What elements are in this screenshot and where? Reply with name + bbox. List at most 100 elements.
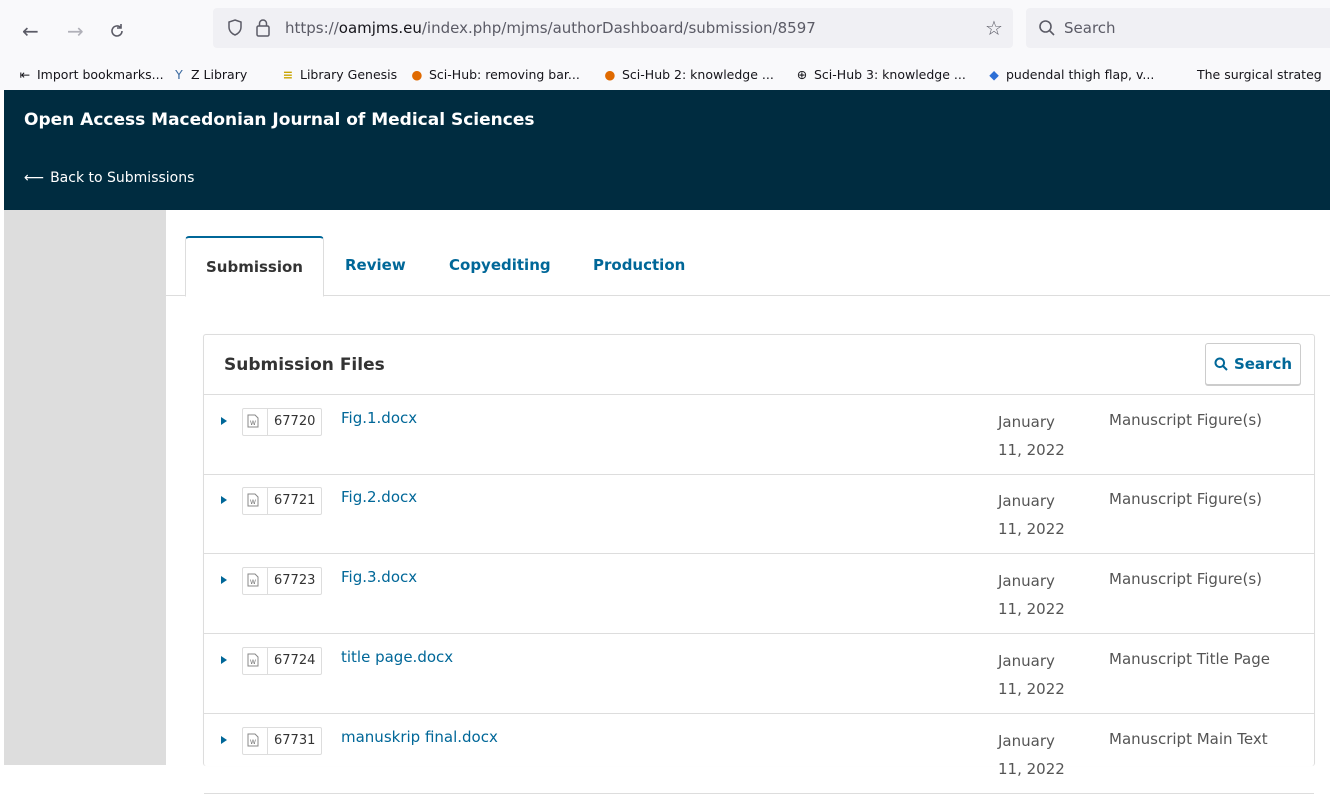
date-month: January <box>998 732 1055 750</box>
date-month: January <box>998 572 1055 590</box>
lock-icon[interactable] <box>255 18 271 37</box>
libgen-icon: ≡ <box>282 67 294 82</box>
bookmark-label: The surgical strateg <box>1197 67 1322 82</box>
file-id: 67723 <box>274 573 316 588</box>
bookmark-label: Sci-Hub: removing bar... <box>429 67 580 82</box>
file-date: January 11, 2022 <box>998 487 1078 543</box>
import-icon: ⇤ <box>19 67 31 82</box>
reload-icon <box>111 24 123 37</box>
svg-text:W: W <box>250 420 256 427</box>
file-row: W 67721 Fig.2.docx January 11, 2022 Manusc… <box>204 474 1314 554</box>
file-type: Manuscript Figure(s) <box>1109 411 1263 429</box>
file-name-link[interactable]: manuskrip final.docx <box>341 728 498 746</box>
browser-toolbar: ← → https://oamjms.eu/index.php/mjms/aut… <box>0 0 1330 62</box>
file-id-badge: W 67731 <box>242 727 323 755</box>
tab-copyediting[interactable]: Copyediting <box>429 236 571 294</box>
address-bar[interactable]: https://oamjms.eu/index.php/mjms/authorD… <box>213 8 1013 48</box>
word-doc-icon: W <box>247 573 259 587</box>
bookmarks-bar: ⇤ Import bookmarks... Y Z Library ≡ Library… <box>0 62 1330 90</box>
journal-title[interactable]: Open Access Macedonian Journal of Medica… <box>24 110 534 130</box>
files-search-button[interactable]: Search <box>1205 343 1301 385</box>
file-date: January 11, 2022 <box>998 727 1078 783</box>
date-day-year: 11, 2022 <box>998 680 1065 698</box>
word-doc-icon: W <box>247 653 259 667</box>
forward-button[interactable]: → <box>67 18 84 44</box>
tab-submission[interactable]: Submission <box>185 236 324 297</box>
back-link-label: Back to Submissions <box>50 170 195 186</box>
url-prefix: https:// <box>285 19 339 37</box>
file-type: Manuscript Title Page <box>1109 650 1270 668</box>
expand-arrow-icon[interactable] <box>221 417 227 425</box>
left-sidebar <box>4 210 166 765</box>
bookmark-surgical[interactable]: The surgical strateg <box>1178 62 1322 88</box>
bookmark-scihub-1[interactable]: ● Sci-Hub: removing bar... <box>410 62 580 88</box>
word-doc-icon: W <box>247 414 259 428</box>
search-bar[interactable]: Search <box>1026 8 1330 48</box>
zlibrary-icon: Y <box>175 67 183 82</box>
file-id-badge: W 67723 <box>242 567 323 595</box>
file-type: Manuscript Main Text <box>1109 730 1268 748</box>
panel-title: Submission Files <box>224 355 385 375</box>
date-month: January <box>998 652 1055 670</box>
submission-files-panel: Submission Files Search W 67720 Fig.1.doc… <box>203 334 1315 794</box>
bookmark-pudendal[interactable]: ◆ pudendal thigh flap, v... <box>987 62 1154 88</box>
svg-text:W: W <box>250 739 256 746</box>
search-icon <box>1039 20 1055 36</box>
expand-arrow-icon[interactable] <box>221 736 227 744</box>
word-doc-icon: W <box>247 493 259 507</box>
date-day-year: 11, 2022 <box>998 520 1065 538</box>
bookmark-scihub-2[interactable]: ● Sci-Hub 2: knowledge ... <box>603 62 774 88</box>
panel-header: Submission Files Search <box>204 335 1314 395</box>
bookmark-label: Sci-Hub 3: knowledge ... <box>814 67 966 82</box>
file-date: January 11, 2022 <box>998 647 1078 703</box>
globe-icon: ⊕ <box>796 67 808 82</box>
tab-review[interactable]: Review <box>325 236 426 294</box>
file-name-link[interactable]: Fig.1.docx <box>341 409 417 427</box>
main-content: Submission Review Copyediting Production… <box>166 210 1330 794</box>
bookmark-label: Library Genesis <box>300 67 398 82</box>
file-name-link[interactable]: Fig.2.docx <box>341 488 417 506</box>
back-to-submissions-link[interactable]: ⟵ Back to Submissions <box>24 170 194 186</box>
date-day-year: 11, 2022 <box>998 441 1065 459</box>
scihub-icon: ● <box>411 67 423 82</box>
date-day-year: 11, 2022 <box>998 760 1065 778</box>
tab-production[interactable]: Production <box>573 236 705 294</box>
file-id-badge: W 67720 <box>242 408 323 436</box>
reload-button[interactable] <box>108 18 126 44</box>
diamond-icon: ◆ <box>989 67 999 82</box>
bookmark-import[interactable]: ⇤ Import bookmarks... <box>18 62 164 88</box>
file-name-link[interactable]: title page.docx <box>341 648 453 666</box>
url-text[interactable]: https://oamjms.eu/index.php/mjms/authorD… <box>285 8 816 48</box>
bookmark-libgen[interactable]: ≡ Library Genesis <box>281 62 397 88</box>
bookmark-label: Z Library <box>191 67 248 82</box>
svg-text:W: W <box>250 499 256 506</box>
expand-arrow-icon[interactable] <box>221 576 227 584</box>
back-button[interactable]: ← <box>22 18 39 44</box>
file-date: January 11, 2022 <box>998 408 1078 464</box>
file-name-link[interactable]: Fig.3.docx <box>341 568 417 586</box>
file-type: Manuscript Figure(s) <box>1109 490 1263 508</box>
file-row: W 67720 Fig.1.docx January 11, 2022 Manusc… <box>204 395 1314 475</box>
bookmark-scihub-3[interactable]: ⊕ Sci-Hub 3: knowledge ... <box>795 62 966 88</box>
search-icon <box>1214 357 1228 371</box>
scihub-icon: ● <box>604 67 616 82</box>
svg-text:W: W <box>250 659 256 666</box>
date-month: January <box>998 413 1055 431</box>
search-button-label: Search <box>1233 355 1293 373</box>
file-id: 67724 <box>274 653 316 668</box>
file-row: W 67723 Fig.3.docx January 11, 2022 Manusc… <box>204 554 1314 634</box>
url-path: /index.php/mjms/authorDashboard/submissi… <box>421 19 816 37</box>
bookmark-star-icon[interactable]: ☆ <box>985 14 1003 42</box>
workflow-tabs: Submission Review Copyediting Production <box>166 210 1330 297</box>
bookmark-label: pudendal thigh flap, v... <box>1006 67 1155 82</box>
shield-icon[interactable] <box>227 19 243 36</box>
file-id-badge: W 67721 <box>242 487 323 515</box>
long-arrow-left-icon: ⟵ <box>24 170 45 186</box>
bookmark-zlibrary[interactable]: Y Z Library <box>172 62 247 88</box>
word-doc-icon: W <box>247 733 259 747</box>
expand-arrow-icon[interactable] <box>221 656 227 664</box>
url-domain: oamjms.eu <box>338 19 422 37</box>
file-type: Manuscript Figure(s) <box>1109 570 1263 588</box>
bookmark-label: Import bookmarks... <box>37 67 164 82</box>
expand-arrow-icon[interactable] <box>221 496 227 504</box>
